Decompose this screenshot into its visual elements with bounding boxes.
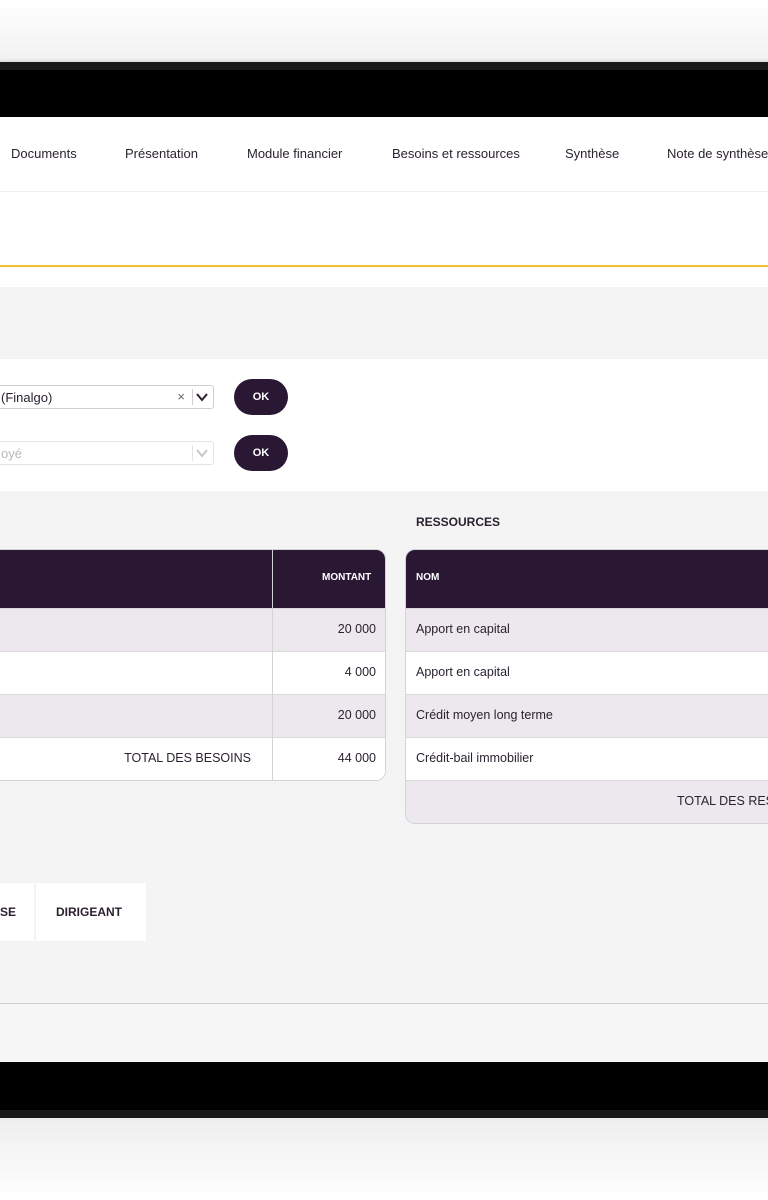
total-label: TOTAL DES RES	[677, 794, 768, 808]
besoins-table-header: MONTANT	[0, 550, 385, 608]
amount-cell: 20 000	[337, 708, 376, 722]
app-screen: Documents Présentation Module financier …	[0, 117, 768, 1062]
ressources-table-header: NOM	[406, 550, 768, 608]
table-row: Crédit-bail immobilier	[406, 737, 768, 780]
nav-item-besoins-et-ressources[interactable]: Besoins et ressources	[392, 146, 520, 161]
footer-area	[0, 1004, 768, 1062]
device-bezel-top	[0, 70, 768, 117]
ok-button-2[interactable]: OK	[234, 435, 288, 471]
selection-form: (Finalgo) × OK oyé OK	[0, 359, 768, 491]
table-row: Apport en capital	[406, 651, 768, 694]
column-divider	[272, 550, 273, 780]
besoins-table: MONTANT 20 000 4 000 20 000 TOTAL DES BE…	[0, 549, 386, 781]
tab-label: DIRIGEANT	[56, 905, 122, 919]
select-separator	[192, 389, 193, 405]
resource-name-cell: Apport en capital	[416, 665, 510, 679]
page-background-top	[0, 0, 768, 62]
nav-item-presentation[interactable]: Présentation	[125, 146, 198, 161]
tab-label: SE	[0, 905, 17, 919]
bottom-tabs: SE DIRIGEANT	[0, 883, 768, 941]
ressources-table: NOM Apport en capital Apport en capital …	[405, 549, 768, 824]
tab-content-area	[0, 941, 768, 1003]
table-row: 4 000	[0, 651, 385, 694]
contact-select[interactable]: oyé	[0, 441, 214, 465]
nav-item-module-financier[interactable]: Module financier	[247, 146, 342, 161]
montant-column-header: MONTANT	[322, 572, 372, 583]
chevron-down-icon[interactable]	[194, 389, 210, 405]
bank-select-value: (Finalgo)	[1, 390, 53, 405]
resource-name-cell: Crédit-bail immobilier	[416, 751, 534, 765]
nav-item-note-de-synthese[interactable]: Note de synthèse	[667, 146, 768, 161]
spacer	[0, 267, 768, 287]
resource-name-cell: Crédit moyen long terme	[416, 708, 553, 722]
clear-icon[interactable]: ×	[177, 389, 185, 404]
nav-item-documents[interactable]: Documents	[11, 146, 77, 161]
amount-cell: 4 000	[344, 665, 376, 679]
total-amount: 44 000	[337, 751, 376, 765]
total-row: TOTAL DES RES	[406, 780, 768, 823]
page-background-bottom	[0, 1118, 768, 1200]
device-bezel-bottom	[0, 1062, 768, 1110]
ok-button-1[interactable]: OK	[234, 379, 288, 415]
contact-select-placeholder: oyé	[1, 446, 22, 461]
resource-name-cell: Apport en capital	[416, 622, 510, 636]
top-navigation: Documents Présentation Module financier …	[0, 117, 768, 192]
tab-entreprise[interactable]: SE	[0, 883, 34, 941]
ressources-title: RESSOURCES	[416, 515, 501, 529]
info-panel	[0, 287, 768, 359]
table-row: Crédit moyen long terme	[406, 694, 768, 737]
subheader-area	[0, 192, 768, 265]
table-row: Apport en capital	[406, 608, 768, 651]
table-row: 20 000	[0, 608, 385, 651]
besoins-ressources-section: RESSOURCES MONTANT 20 000 4 000 20 000 T…	[0, 491, 768, 883]
total-row: TOTAL DES BESOINS 44 000	[0, 737, 385, 780]
bank-select[interactable]: (Finalgo) ×	[0, 385, 214, 409]
table-row: 20 000	[0, 694, 385, 737]
select-separator	[192, 445, 193, 461]
tab-dirigeant[interactable]: DIRIGEANT	[36, 883, 146, 941]
nom-column-header: NOM	[416, 572, 440, 583]
chevron-down-icon[interactable]	[194, 445, 210, 461]
amount-cell: 20 000	[337, 622, 376, 636]
nav-item-synthese[interactable]: Synthèse	[565, 146, 619, 161]
total-label: TOTAL DES BESOINS	[124, 751, 251, 765]
